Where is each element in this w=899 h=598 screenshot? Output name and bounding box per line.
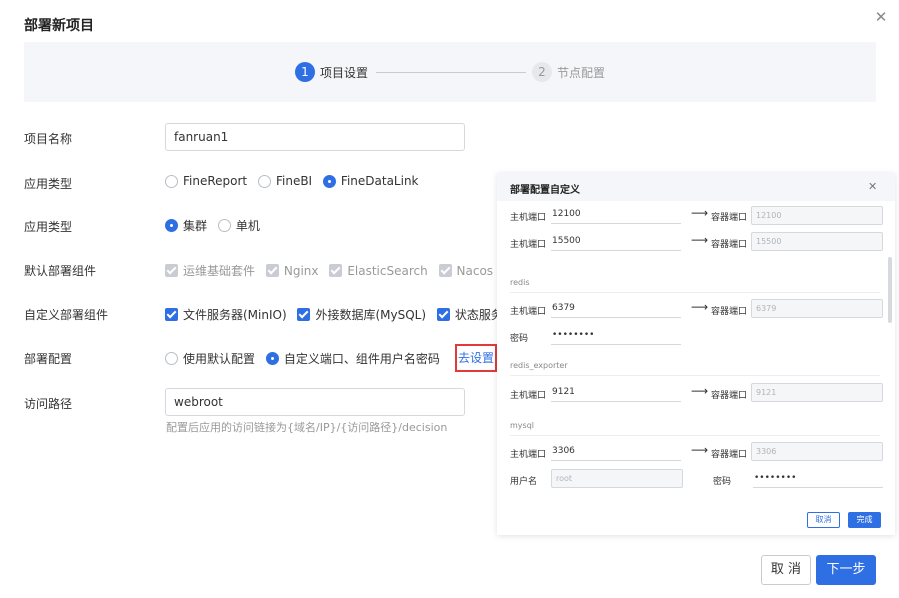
container-port-input: 12100 xyxy=(751,206,883,225)
checkbox-checked-icon xyxy=(165,308,178,321)
mysql-password-input[interactable]: •••••••• xyxy=(753,470,883,488)
checkbox-checked-icon xyxy=(436,308,450,321)
app-type-radio-group: FineReport FineBI FineDataLink xyxy=(165,174,426,191)
cancel-button[interactable]: 取 消 xyxy=(761,555,811,585)
radio-selected-icon xyxy=(165,219,178,232)
checkbox-disabled-icon xyxy=(438,264,452,277)
checkbox-minio[interactable]: 文件服务器(MinIO) xyxy=(165,306,287,323)
app-type-label: 应用类型 xyxy=(24,177,73,191)
panel-done-button[interactable]: 完成 xyxy=(848,512,881,528)
redis-section-label: redis xyxy=(510,278,530,287)
host-port-label: 主机端口 xyxy=(510,213,547,223)
redis-host-port-input[interactable]: 6379 xyxy=(551,300,681,318)
checkbox-disabled-icon xyxy=(165,264,178,277)
host-port-label: 主机端口 xyxy=(510,450,547,460)
arrow-right-icon: ⟶ xyxy=(691,384,709,398)
next-step-button[interactable]: 下一步 xyxy=(816,555,876,585)
host-port-input[interactable]: 15500 xyxy=(551,233,681,251)
dialog-title: 部署新项目 xyxy=(24,18,94,34)
deploy-mode-radio-group: 集群 单机 xyxy=(165,217,267,235)
radio-selected-icon xyxy=(322,174,336,188)
close-icon[interactable]: ✕ xyxy=(873,9,889,25)
divider xyxy=(510,292,880,293)
mysql-host-port-input[interactable]: 3306 xyxy=(551,443,681,461)
custom-components-group: 文件服务器(MinIO) 外接数据库(MySQL) 状态服务器 xyxy=(165,306,522,324)
host-port-label: 主机端口 xyxy=(510,391,547,401)
radio-finebi[interactable]: FineBI xyxy=(257,174,312,188)
radio-icon xyxy=(165,352,178,365)
access-path-input[interactable]: webroot xyxy=(165,388,465,416)
radio-finedatalink[interactable]: FineDataLink xyxy=(322,174,419,188)
mysql-container-port-input: 3306 xyxy=(751,442,883,461)
checkbox-ops-suite: 运维基础套件 xyxy=(165,262,255,279)
redis-exporter-section-label: redis_exporter xyxy=(510,361,568,370)
deploy-config-radio-group: 使用默认配置 自定义端口、组件用户名密码 xyxy=(165,350,447,368)
radio-default-config[interactable]: 使用默认配置 xyxy=(165,350,255,367)
checkbox-mysql[interactable]: 外接数据库(MySQL) xyxy=(297,306,426,323)
arrow-right-icon: ⟶ xyxy=(691,300,709,314)
default-components-label: 默认部署组件 xyxy=(24,264,97,278)
panel-scrollbar[interactable] xyxy=(888,257,892,323)
panel-cancel-button[interactable]: 取消 xyxy=(807,512,840,528)
checkbox-disabled-icon xyxy=(329,264,343,277)
radio-custom-config[interactable]: 自定义端口、组件用户名密码 xyxy=(265,350,440,367)
step-2-number: 2 xyxy=(532,62,552,82)
divider xyxy=(510,375,880,376)
divider xyxy=(510,435,880,436)
redis-password-input[interactable]: •••••••• xyxy=(551,327,681,345)
container-port-label: 容器端口 xyxy=(711,213,748,223)
go-settings-link[interactable]: 去设置 xyxy=(455,344,497,372)
radio-finereport[interactable]: FineReport xyxy=(165,174,247,188)
deploy-mode-label: 应用类型 xyxy=(24,220,73,234)
arrow-right-icon: ⟶ xyxy=(691,206,709,220)
project-name-input[interactable]: fanruan1 xyxy=(165,123,465,151)
close-icon[interactable]: ✕ xyxy=(868,180,877,193)
deploy-config-label: 部署配置 xyxy=(24,352,73,366)
host-port-input[interactable]: 12100 xyxy=(551,206,681,224)
panel-header: 部署配置自定义 ✕ xyxy=(497,173,895,201)
project-name-label: 项目名称 xyxy=(24,132,73,146)
access-path-hint: 配置后应用的访问链接为{域名/IP}/{访问路径}/decision xyxy=(166,421,448,434)
step-1-label: 项目设置 xyxy=(320,66,369,80)
checkbox-nginx: Nginx xyxy=(265,264,318,278)
redis-exporter-host-port-input[interactable]: 9121 xyxy=(551,384,681,402)
radio-icon xyxy=(257,174,271,188)
radio-icon xyxy=(165,174,178,188)
container-port-label: 容器端口 xyxy=(711,307,748,317)
checkbox-disabled-icon xyxy=(265,264,279,277)
container-port-label: 容器端口 xyxy=(711,391,748,401)
mysql-section-label: mysql xyxy=(510,421,534,430)
default-components-group: 运维基础套件 Nginx ElasticSearch Nacos xyxy=(165,262,500,280)
password-label: 密码 xyxy=(510,334,529,344)
deploy-custom-panel: 部署配置自定义 ✕ 主机端口 12100 ⟶ 容器端口 12100 主机端口 1… xyxy=(497,173,895,535)
checkbox-nacos: Nacos xyxy=(438,264,493,278)
radio-standalone[interactable]: 单机 xyxy=(217,217,260,234)
checkbox-checked-icon xyxy=(297,308,311,321)
radio-cluster[interactable]: 集群 xyxy=(165,217,207,234)
mysql-username-input[interactable]: root xyxy=(551,469,683,488)
custom-components-label: 自定义部署组件 xyxy=(24,308,109,322)
container-port-label: 容器端口 xyxy=(711,450,748,460)
container-port-input: 15500 xyxy=(751,232,883,251)
step-2-label: 节点配置 xyxy=(557,66,606,80)
password-label: 密码 xyxy=(713,477,732,487)
arrow-right-icon: ⟶ xyxy=(691,443,709,457)
step-1-number: 1 xyxy=(295,62,315,82)
stepper: 1 项目设置 2 节点配置 xyxy=(24,42,876,102)
container-port-label: 容器端口 xyxy=(711,240,748,250)
step-connector xyxy=(376,72,526,73)
access-path-label: 访问路径 xyxy=(24,397,73,411)
checkbox-elasticsearch: ElasticSearch xyxy=(329,264,428,278)
host-port-label: 主机端口 xyxy=(510,307,547,317)
panel-title: 部署配置自定义 xyxy=(510,185,580,196)
radio-selected-icon xyxy=(265,352,279,365)
redis-container-port-input: 6379 xyxy=(751,299,883,318)
redis-exporter-container-port-input: 9121 xyxy=(751,383,883,402)
arrow-right-icon: ⟶ xyxy=(691,233,709,247)
radio-icon xyxy=(217,219,231,232)
host-port-label: 主机端口 xyxy=(510,240,547,250)
username-label: 用户名 xyxy=(510,477,538,487)
